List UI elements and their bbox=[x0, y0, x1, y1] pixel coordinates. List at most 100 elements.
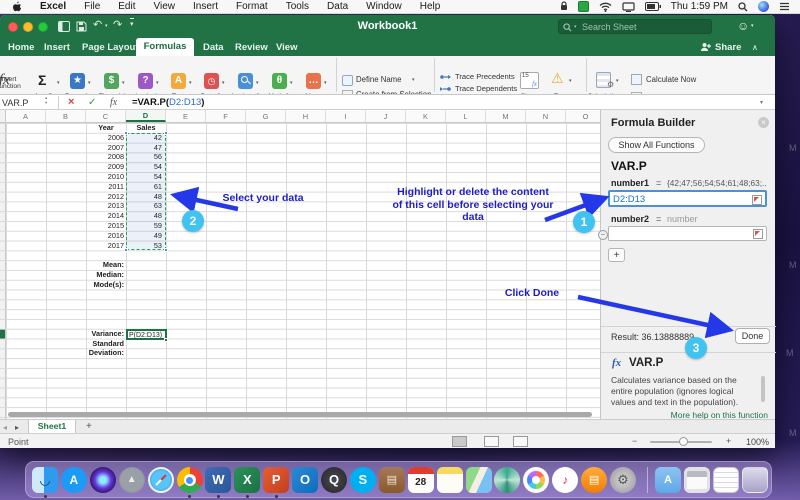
define-name-button[interactable]: Define Name bbox=[356, 75, 402, 84]
feedback-smiley-icon[interactable]: ☺ bbox=[737, 19, 749, 33]
notification-center-icon[interactable] bbox=[779, 2, 790, 11]
dock-globe-app-icon[interactable] bbox=[494, 467, 521, 493]
cell-year[interactable]: 2010 bbox=[86, 172, 124, 182]
cell-year[interactable]: 2015 bbox=[86, 221, 124, 231]
cell-year[interactable]: 2006 bbox=[86, 133, 124, 143]
logical-icon[interactable]: ? bbox=[138, 73, 153, 89]
menu-item-tools[interactable]: Tools bbox=[286, 1, 309, 12]
menu-item-insert[interactable]: Insert bbox=[193, 1, 218, 12]
column-header-b[interactable]: B bbox=[46, 110, 86, 122]
column-header-f[interactable]: F bbox=[206, 110, 246, 122]
view-normal-button[interactable] bbox=[452, 436, 467, 447]
date-time-caret[interactable]: ▾ bbox=[222, 80, 225, 86]
trace-precedents-button[interactable]: Trace Precedents bbox=[455, 72, 515, 81]
column-header-h[interactable]: H bbox=[286, 110, 326, 122]
recently-used-icon[interactable]: ★ bbox=[70, 73, 85, 89]
cell-standard-label[interactable]: Standard bbox=[60, 339, 124, 349]
recently-used-caret[interactable]: ▾ bbox=[88, 80, 91, 86]
search-scope-caret[interactable]: ▾ bbox=[574, 24, 577, 30]
range-selector-icon[interactable] bbox=[752, 195, 762, 205]
number2-input[interactable] bbox=[608, 226, 767, 241]
dock-notes-icon[interactable] bbox=[436, 467, 463, 493]
tab-review[interactable]: Review bbox=[235, 42, 268, 53]
prev-sheet-arrow[interactable]: ◂ bbox=[3, 423, 7, 432]
name-box[interactable]: VAR.P bbox=[2, 98, 28, 108]
dock-trash-icon[interactable] bbox=[741, 467, 768, 493]
cell-year[interactable]: 2011 bbox=[86, 182, 124, 192]
trace-precedents-icon[interactable] bbox=[440, 73, 451, 81]
collapse-ribbon-chevron[interactable]: ∧ bbox=[752, 43, 758, 52]
cell-year[interactable]: 2009 bbox=[86, 162, 124, 172]
dock-launchpad-icon[interactable]: ▲ bbox=[118, 467, 145, 493]
tab-page-layout[interactable]: Page Layout bbox=[82, 42, 139, 53]
error-checking-icon[interactable]: ⚠ bbox=[551, 70, 564, 87]
cell-modes-label[interactable]: Mode(s): bbox=[60, 280, 124, 290]
cell-year[interactable]: 2008 bbox=[86, 152, 124, 162]
dock-calendar-icon[interactable]: 28 bbox=[407, 467, 434, 493]
text-functions-caret[interactable]: ▾ bbox=[189, 80, 192, 86]
selection-handle[interactable] bbox=[124, 130, 128, 135]
dock-itunes-icon[interactable]: ♪ bbox=[552, 467, 579, 493]
column-header-c[interactable]: C bbox=[86, 110, 126, 122]
done-button[interactable]: Done bbox=[735, 328, 770, 344]
calculation-options-caret[interactable]: ▾ bbox=[616, 78, 619, 84]
autosum-caret[interactable]: ▾ bbox=[57, 80, 60, 86]
zoom-window-button[interactable] bbox=[38, 22, 48, 32]
cell-c1-year-header[interactable]: Year bbox=[86, 123, 126, 133]
accept-entry-icon[interactable]: ✓ bbox=[88, 97, 96, 108]
menu-item-format[interactable]: Format bbox=[236, 1, 268, 12]
close-panel-icon[interactable]: × bbox=[758, 117, 769, 128]
tab-data[interactable]: Data bbox=[203, 42, 224, 53]
undo-icon[interactable]: ↶ bbox=[93, 18, 102, 31]
financial-icon[interactable]: $ bbox=[104, 73, 119, 89]
cell-year[interactable]: 2013 bbox=[86, 201, 124, 211]
selection-handle[interactable] bbox=[124, 248, 128, 253]
menu-item-edit[interactable]: Edit bbox=[118, 1, 135, 12]
range-selector-icon[interactable] bbox=[753, 229, 763, 239]
more-functions-icon[interactable]: … bbox=[306, 73, 321, 89]
trace-dependents-button[interactable]: Trace Dependents bbox=[455, 84, 517, 93]
add-argument-button[interactable]: + bbox=[608, 248, 625, 262]
column-header-j[interactable]: J bbox=[366, 110, 406, 122]
trace-dependents-icon[interactable] bbox=[440, 85, 451, 93]
search-sheet-input[interactable]: ▾ Search Sheet bbox=[558, 19, 712, 34]
calculate-now-button[interactable]: Calculate Now bbox=[646, 75, 696, 84]
tab-formulas[interactable]: Formulas bbox=[136, 38, 194, 56]
cell-year[interactable]: 2007 bbox=[86, 143, 124, 153]
error-checking-caret[interactable]: ▾ bbox=[569, 78, 572, 84]
dock-safari-icon[interactable] bbox=[147, 467, 174, 493]
dock-applications-folder-icon[interactable]: A bbox=[655, 467, 681, 493]
financial-caret[interactable]: ▾ bbox=[122, 80, 125, 86]
selection-handle[interactable] bbox=[164, 130, 168, 135]
name-box-stepper[interactable]: ▴ ▾ bbox=[45, 95, 47, 105]
dock-contacts-icon[interactable]: ▤ bbox=[378, 467, 405, 493]
selection-handle[interactable] bbox=[164, 248, 168, 253]
column-header-a[interactable]: A bbox=[6, 110, 46, 122]
redo-icon[interactable]: ↷ bbox=[113, 18, 122, 31]
customize-toolbar-icon[interactable]: ▾ bbox=[130, 18, 134, 28]
dock-recent-window-icon[interactable] bbox=[683, 467, 710, 493]
cell-year[interactable]: 2012 bbox=[86, 192, 124, 202]
sidebar-toggle-icon[interactable] bbox=[58, 21, 70, 32]
define-name-icon[interactable] bbox=[342, 75, 353, 86]
horizontal-scrollbar[interactable] bbox=[8, 412, 592, 417]
next-sheet-arrow[interactable]: ▸ bbox=[15, 423, 19, 432]
selected-range-d2-d13[interactable] bbox=[124, 130, 168, 253]
dock-maps-icon[interactable] bbox=[465, 467, 492, 493]
add-sheet-button[interactable]: + bbox=[86, 421, 92, 432]
show-formulas-icon[interactable]: 15 fx bbox=[520, 72, 539, 89]
cancel-entry-icon[interactable]: × bbox=[68, 96, 74, 108]
menu-item-excel[interactable]: Excel bbox=[40, 1, 66, 12]
status-app-icon[interactable] bbox=[577, 1, 589, 12]
column-header-o[interactable]: O bbox=[566, 110, 600, 122]
text-functions-icon[interactable]: A bbox=[171, 73, 186, 89]
apple-menu-icon[interactable] bbox=[12, 1, 22, 12]
display-icon[interactable] bbox=[622, 1, 635, 12]
zoom-out-button[interactable]: − bbox=[632, 436, 637, 446]
zoom-in-button[interactable]: + bbox=[726, 436, 731, 446]
active-cell-variance-formula[interactable]: P(D2:D13) bbox=[126, 328, 167, 340]
share-button[interactable]: Share bbox=[715, 42, 741, 53]
dock-system-preferences-icon[interactable]: ⚙ bbox=[610, 467, 636, 493]
dock-quicktime-icon[interactable]: Q bbox=[321, 467, 347, 493]
cell-year[interactable]: 2014 bbox=[86, 211, 124, 221]
